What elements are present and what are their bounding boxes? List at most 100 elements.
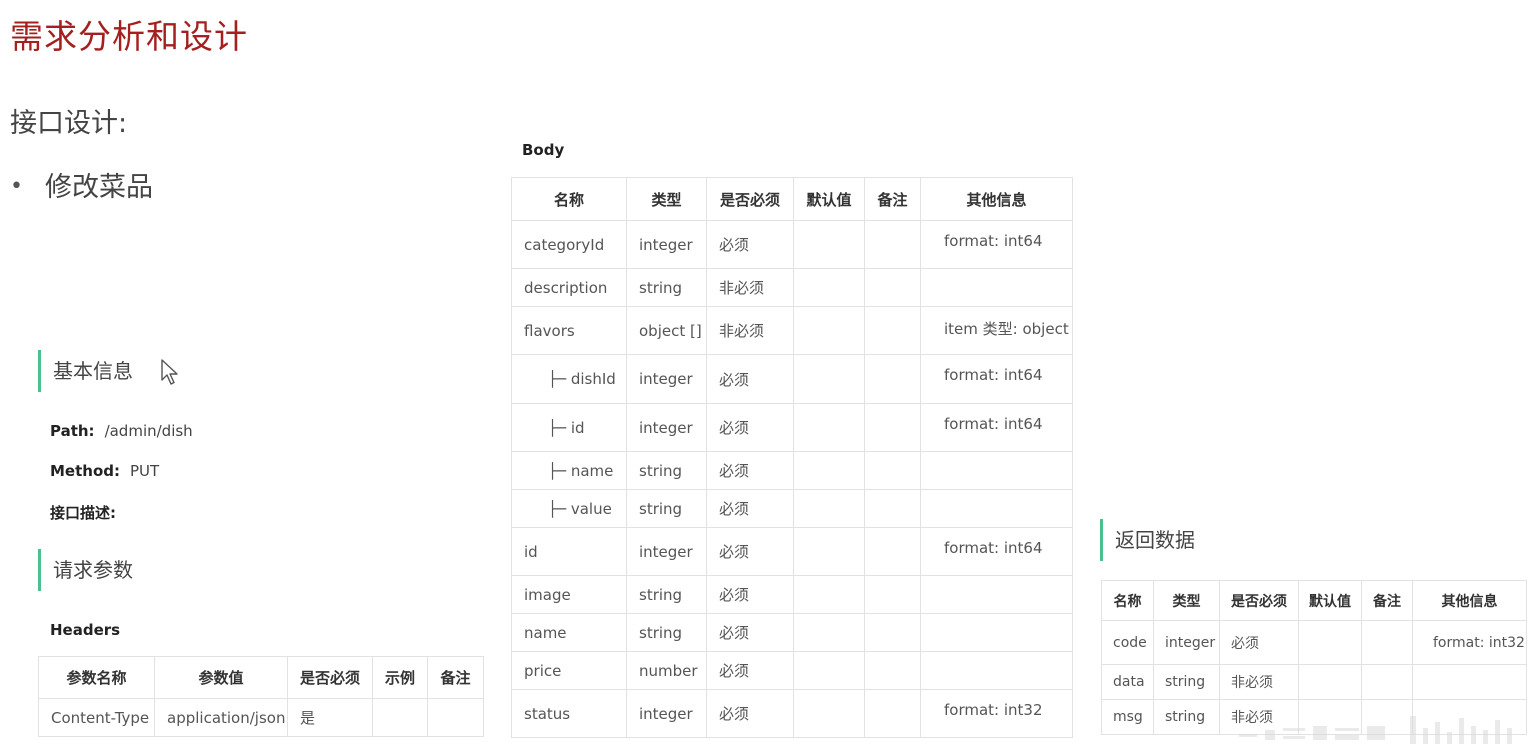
table-cell: 必须 [706,575,794,614]
bullet-dot: • [10,174,23,199]
table-cell [1298,664,1362,700]
header-col: 默认值 [793,177,865,221]
table-cell: 必须 [706,527,794,576]
table-cell: 是 [287,698,373,737]
table-cell: format: int32 [1412,620,1527,665]
table-cell [1298,620,1362,665]
header-col: 备注 [427,656,484,699]
table-cell: 非必须 [1219,664,1299,700]
table-cell: string [1153,699,1220,735]
header-col: 参数名称 [38,656,155,699]
table-cell [427,698,484,737]
table-cell: object [] [626,306,707,355]
table-cell [1361,664,1413,700]
table-row: status integer 必须 format: int32 [511,689,1073,738]
table-cell: flavors [511,306,627,355]
header-col: 类型 [1153,580,1220,621]
table-cell: 必须 [1219,620,1299,665]
table-cell [864,527,921,576]
table-row: ├─ id integer 必须 format: int64 [511,403,1073,452]
table-cell: application/json [154,698,288,737]
response-table-header: 名称 类型 是否必须 默认值 备注 其他信息 [1101,580,1527,621]
header-col: 示例 [372,656,428,699]
table-cell: msg [1101,699,1154,735]
table-cell: integer [626,527,707,576]
table-cell: status [511,689,627,738]
bullet-text: 修改菜品 [45,172,153,203]
table-cell [793,403,865,452]
table-cell [864,354,921,404]
table-cell: 必须 [706,689,794,738]
table-cell: code [1101,620,1154,665]
table-cell: ├─ dishId [511,354,627,404]
table-cell [793,689,865,738]
table-row: categoryId integer 必须 format: int64 [511,220,1073,269]
table-cell: image [511,575,627,614]
path-value: /admin/dish [104,422,193,440]
table-cell [864,220,921,269]
table-cell: 非必须 [706,268,794,307]
table-cell [920,651,1073,690]
table-cell: integer [626,354,707,404]
table-cell: string [626,268,707,307]
page-title: 需求分析和设计 [10,17,248,56]
header-col: 是否必须 [287,656,373,699]
table-cell: Content-Type [38,698,155,737]
table-cell: number [626,651,707,690]
table-row: image string 必须 [511,575,1073,614]
header-col: 参数值 [154,656,288,699]
table-cell: price [511,651,627,690]
table-cell: format: int64 [920,220,1073,269]
header-col: 其他信息 [1412,580,1527,621]
table-cell [864,489,921,528]
table-cell: data [1101,664,1154,700]
table-cell: 必须 [706,354,794,404]
table-cell [864,268,921,307]
body-table: 名称 类型 是否必须 默认值 备注 其他信息 categoryId intege… [511,177,1073,738]
table-cell: integer [626,220,707,269]
table-cell [793,575,865,614]
headers-table-header: 参数名称 参数值 是否必须 示例 备注 [38,656,484,699]
table-cell [864,613,921,652]
header-col: 是否必须 [1219,580,1299,621]
table-cell [793,651,865,690]
table-cell: integer [626,403,707,452]
table-cell: 必须 [706,651,794,690]
table-cell: 必须 [706,451,794,490]
table-cell: string [626,451,707,490]
table-row: description string 非必须 [511,268,1073,307]
header-col: 名称 [511,177,627,221]
table-cell [793,489,865,528]
table-cell: 非必须 [706,306,794,355]
table-cell: categoryId [511,220,627,269]
table-cell [793,354,865,404]
path-label: Path: [50,422,95,440]
section-subtitle: 接口设计: [10,108,128,139]
table-cell: id [511,527,627,576]
header-col: 备注 [1361,580,1413,621]
table-cell [864,575,921,614]
header-col: 其他信息 [920,177,1073,221]
table-cell [920,451,1073,490]
table-cell: 必须 [706,489,794,528]
table-row: ├─ name string 必须 [511,451,1073,490]
table-cell [864,651,921,690]
table-cell: integer [1153,620,1220,665]
header-col: 默认值 [1298,580,1362,621]
body-table-header: 名称 类型 是否必须 默认值 备注 其他信息 [511,177,1073,221]
table-cell [372,698,428,737]
table-cell [793,220,865,269]
table-cell [920,268,1073,307]
table-cell: ├─ id [511,403,627,452]
table-cell: 必须 [706,220,794,269]
table-cell: format: int32 [920,689,1073,738]
method-line: Method: PUT [50,462,159,480]
table-cell [864,451,921,490]
table-cell: string [626,489,707,528]
table-cell [1361,620,1413,665]
headers-label: Headers [50,621,121,639]
table-row: name string 必须 [511,613,1073,652]
headers-table: 参数名称 参数值 是否必须 示例 备注 Content-Type applica… [38,656,484,737]
table-cell [920,489,1073,528]
table-row: ├─ dishId integer 必须 format: int64 [511,354,1073,404]
